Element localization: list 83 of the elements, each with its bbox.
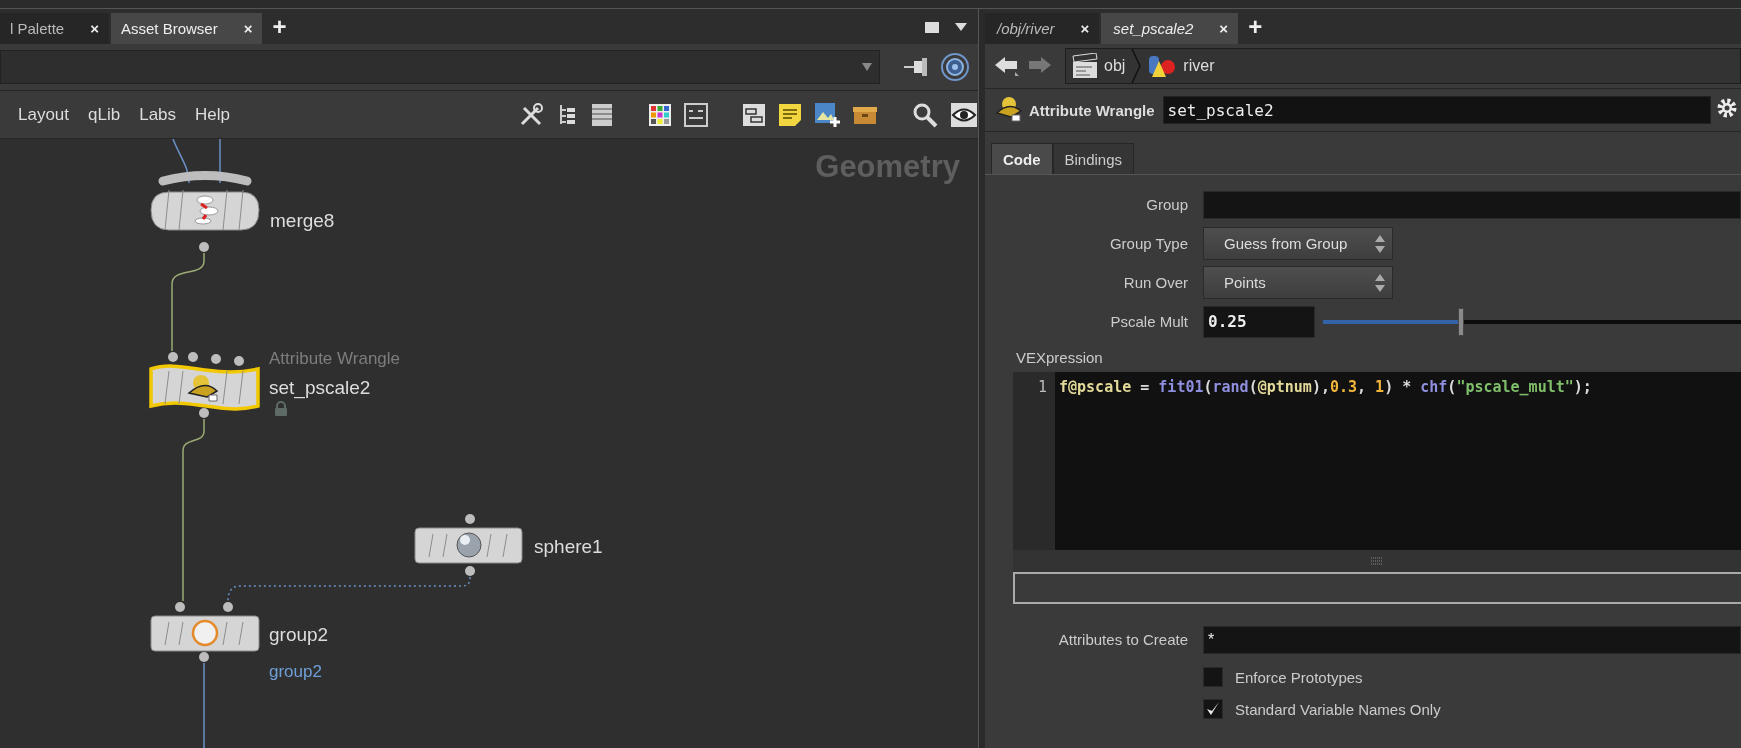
pane-tab[interactable]: /obj/river ×	[985, 13, 1100, 44]
node-name: sphere1	[534, 536, 603, 557]
menu-item[interactable]: qLib	[88, 104, 121, 125]
node[interactable]	[149, 364, 260, 411]
code-editor[interactable]: 1 f@pscale = fit01(rand(@ptnum),0.3, 1) * chf("pscale_mult");	[1013, 372, 1741, 550]
spinner-arrows-icon	[1374, 272, 1386, 293]
spinner-arrows-icon	[1374, 233, 1386, 254]
hat-icon	[188, 375, 218, 402]
group-field[interactable]	[1203, 190, 1741, 219]
parameter-label: VEXpression	[1016, 349, 1104, 366]
pane-tab[interactable]: set_pscale2 ×	[1101, 13, 1239, 44]
path-field[interactable]	[0, 50, 880, 84]
network-box-icon[interactable]	[742, 102, 766, 127]
checkbox[interactable]	[1203, 699, 1223, 719]
output-port[interactable]	[199, 652, 209, 662]
slider[interactable]	[1323, 306, 1741, 337]
input-port[interactable]	[223, 602, 233, 612]
layout-icon[interactable]	[684, 102, 708, 127]
parameter-tab[interactable]: Code	[991, 143, 1053, 174]
search-icon[interactable]	[912, 101, 938, 128]
input-port[interactable]	[465, 514, 475, 524]
hat-icon[interactable]	[995, 95, 1025, 125]
line-number: 1	[1037, 378, 1047, 396]
dropdown-caret-icon[interactable]	[954, 20, 968, 33]
merge-icon	[194, 195, 219, 225]
back-arrow-icon[interactable]	[993, 54, 1021, 78]
breadcrumb-item[interactable]: obj	[1104, 57, 1126, 75]
menu-item[interactable]: Layout	[18, 104, 70, 125]
output-port[interactable]	[465, 566, 475, 576]
menu-item[interactable]: Help	[195, 104, 231, 125]
node-name-field[interactable]: set_pscale2	[1162, 96, 1711, 124]
parameter-label: Group Type	[1108, 235, 1189, 252]
chevron-icon	[1131, 49, 1142, 83]
input-port[interactable]	[211, 354, 221, 364]
resize-grip-icon[interactable]	[1371, 557, 1383, 565]
input-port[interactable]	[175, 602, 185, 612]
clapperboard-icon	[1072, 53, 1098, 79]
ring-icon	[191, 619, 219, 647]
image-add-icon[interactable]	[814, 101, 840, 128]
node-type-label: Attribute Wrangle	[1029, 101, 1155, 119]
input-port[interactable]	[234, 356, 244, 366]
eye-icon[interactable]	[950, 101, 978, 128]
code-line: f@pscale = fit01(rand(@ptnum),0.3, 1) * chf("pscale_mult");	[1059, 378, 1592, 396]
add-tab-button[interactable]: +	[264, 14, 295, 39]
close-icon[interactable]: ×	[1219, 20, 1229, 37]
parameter-label: Pscale Mult	[1109, 313, 1189, 330]
checkbox-label: Enforce Prototypes	[1235, 668, 1363, 686]
checkbox[interactable]	[1203, 667, 1223, 687]
parameter-label: Run Over	[1122, 274, 1189, 291]
checkbox-label: Standard Variable Names Only	[1235, 700, 1441, 718]
pane-tab[interactable]: Asset Browser ×	[110, 13, 263, 44]
parameter-tab[interactable]: Bindings	[1052, 143, 1135, 174]
output-port[interactable]	[199, 242, 209, 252]
add-tab-button[interactable]: +	[1240, 14, 1271, 39]
target-icon[interactable]	[940, 52, 970, 82]
close-icon[interactable]: ×	[90, 20, 99, 37]
close-icon[interactable]: ×	[243, 20, 253, 37]
node-name: group2	[269, 624, 329, 645]
node-name: merge8	[270, 210, 335, 231]
color-grid-icon[interactable]	[648, 102, 672, 127]
sticky-note-icon[interactable]	[778, 102, 802, 127]
node-name: set_pscale2	[269, 377, 371, 398]
tools-icon[interactable]	[518, 101, 544, 128]
slider-thumb[interactable]	[1457, 307, 1464, 336]
node-type-label: Attribute Wrangle	[269, 349, 401, 368]
attributes-field[interactable]: *	[1203, 625, 1741, 654]
group-label: group2	[269, 662, 322, 681]
node[interactable]	[150, 189, 260, 231]
menu-item[interactable]: Labs	[139, 104, 177, 125]
output-port[interactable]	[199, 408, 209, 418]
value-field[interactable]: 0.25	[1203, 305, 1315, 338]
list-icon[interactable]	[590, 101, 614, 128]
caret-icon	[861, 62, 873, 72]
parameter-label: Group	[1145, 196, 1189, 213]
dropdown-menu[interactable]: Guess from Group	[1203, 227, 1393, 260]
dropdown-menu[interactable]: Points	[1203, 266, 1393, 299]
pane-tab[interactable]: l Palette ×	[0, 13, 109, 44]
parameter-label: Attributes to Create	[1057, 631, 1189, 648]
breadcrumb-item[interactable]: river	[1183, 57, 1215, 75]
maximize-icon[interactable]	[924, 19, 940, 34]
close-icon[interactable]: ×	[1080, 20, 1090, 37]
sphere-icon	[456, 532, 482, 558]
shapes-icon	[1147, 53, 1178, 79]
